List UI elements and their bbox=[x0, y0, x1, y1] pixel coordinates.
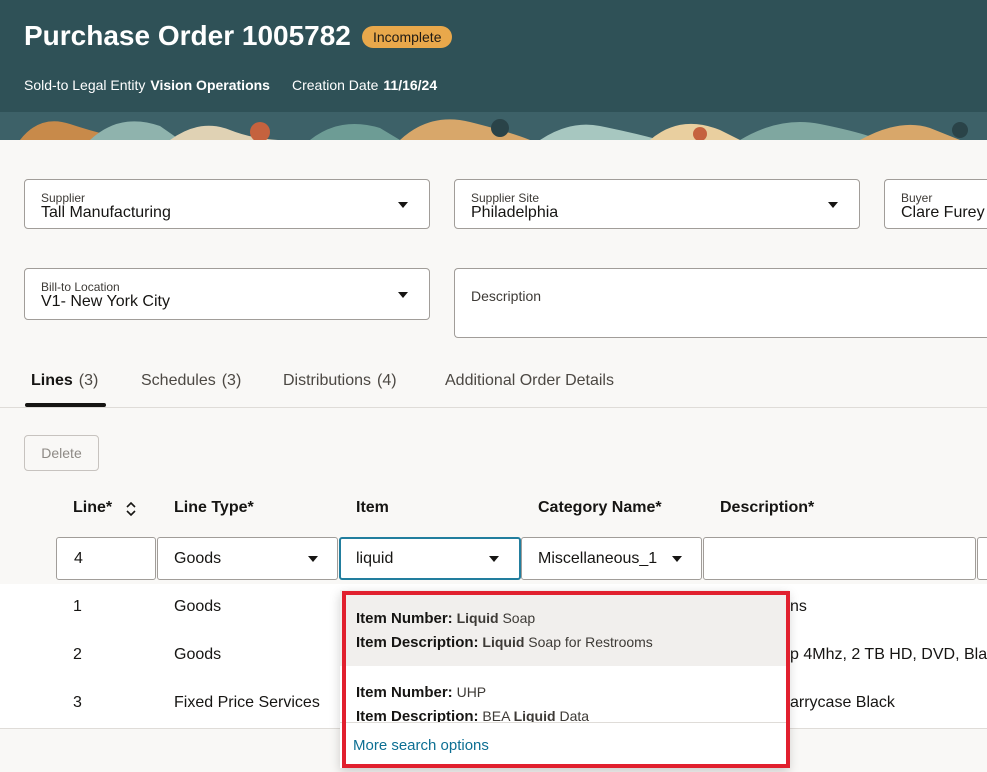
legal-entity-label: Sold-to Legal Entity bbox=[24, 77, 146, 93]
row-description: p 4Mhz, 2 TB HD, DVD, Bla bbox=[790, 646, 987, 663]
item-result-liquid-soap[interactable]: Item Number: Liquid Soap Item Descriptio… bbox=[340, 590, 789, 666]
item-result-uhp[interactable]: Item Number: UHP Item Description: BEA L… bbox=[340, 666, 789, 725]
tab-distributions[interactable]: Distributions (4) bbox=[283, 372, 397, 390]
row-line-type: Fixed Price Services bbox=[174, 694, 320, 711]
item-search-dropdown: Item Number: Liquid Soap Item Descriptio… bbox=[340, 590, 789, 768]
chevron-down-icon[interactable] bbox=[398, 292, 408, 298]
chevron-down-icon[interactable] bbox=[308, 556, 318, 562]
description-label: Description bbox=[471, 288, 542, 304]
tab-lines-count: (3) bbox=[78, 372, 99, 389]
tab-additional-label: Additional Order Details bbox=[445, 372, 614, 389]
chevron-down-icon[interactable] bbox=[828, 202, 838, 208]
legal-entity-value: Vision Operations bbox=[150, 77, 270, 93]
supplier-site-value: Philadelphia bbox=[471, 204, 559, 221]
tab-schedules[interactable]: Schedules (3) bbox=[141, 372, 241, 390]
buyer-label: Buyer bbox=[901, 191, 933, 205]
column-header-line[interactable]: Line* bbox=[73, 499, 112, 517]
dropdown-footer: More search options bbox=[340, 722, 789, 768]
tab-distributions-label: Distributions bbox=[283, 372, 372, 389]
tab-additional-order-details[interactable]: Additional Order Details bbox=[445, 372, 614, 390]
row-description: arrycase Black bbox=[790, 694, 895, 711]
item-number-label: Item Number: bbox=[356, 684, 453, 701]
item-number-rest: Soap bbox=[498, 610, 536, 626]
item-number-match: Liquid bbox=[456, 610, 499, 626]
supplier-field[interactable]: Supplier Tall Manufacturing bbox=[24, 179, 430, 229]
item-description-match: Liquid bbox=[482, 634, 525, 650]
tab-schedules-label: Schedules bbox=[141, 372, 216, 389]
row-description: ns bbox=[790, 598, 807, 615]
item-description-rest: Soap for Restrooms bbox=[524, 634, 653, 650]
delete-button[interactable]: Delete bbox=[24, 435, 99, 471]
line-type-value: Goods bbox=[174, 550, 222, 567]
supplier-site-field[interactable]: Supplier Site Philadelphia bbox=[454, 179, 860, 229]
supplier-site-label: Supplier Site bbox=[471, 191, 540, 205]
line-number-input[interactable]: 4 bbox=[56, 537, 156, 580]
legal-entity-meta: Sold-to Legal Entity Vision Operations bbox=[24, 77, 270, 93]
item-number-line: Item Number: Liquid Soap bbox=[356, 610, 535, 627]
tab-lines[interactable]: Lines (3) bbox=[31, 372, 98, 390]
row-line: 3 bbox=[73, 694, 82, 711]
bill-to-location-field[interactable]: Bill-to Location V1- New York City bbox=[24, 268, 430, 320]
row-line-type: Goods bbox=[174, 646, 222, 663]
chevron-down-icon[interactable] bbox=[489, 556, 499, 562]
chevron-down-icon[interactable] bbox=[672, 556, 682, 562]
item-input[interactable]: liquid bbox=[339, 537, 521, 580]
creation-date-value: 11/16/24 bbox=[383, 77, 438, 93]
chevron-down-icon[interactable] bbox=[398, 202, 408, 208]
buyer-field[interactable]: Buyer Clare Furey bbox=[884, 179, 987, 229]
status-badge: Incomplete bbox=[362, 26, 453, 48]
supplier-value: Tall Manufacturing bbox=[41, 204, 171, 221]
item-description-label: Item Description: bbox=[356, 634, 479, 651]
bill-to-label: Bill-to Location bbox=[41, 280, 120, 294]
row-line-type: Goods bbox=[174, 598, 222, 615]
supplier-label: Supplier bbox=[41, 191, 86, 205]
item-value: liquid bbox=[356, 550, 394, 567]
bill-to-value: V1- New York City bbox=[41, 293, 170, 310]
line-type-select[interactable]: Goods bbox=[157, 537, 338, 580]
category-value: Miscellaneous_1 bbox=[538, 550, 658, 567]
active-tab-indicator bbox=[25, 403, 106, 407]
category-select[interactable]: Miscellaneous_1 bbox=[521, 537, 702, 580]
column-header-description: Description* bbox=[720, 499, 815, 516]
description-field[interactable]: Description bbox=[454, 268, 987, 338]
page-title: Purchase Order 1005782 bbox=[24, 20, 351, 51]
tab-schedules-count: (3) bbox=[221, 372, 242, 389]
item-number-label: Item Number: bbox=[356, 610, 453, 627]
tab-distributions-count: (4) bbox=[377, 372, 397, 389]
tab-bar: Lines (3) Schedules (3) Distributions (4) A… bbox=[0, 360, 987, 408]
item-number-line: Item Number: UHP bbox=[356, 684, 486, 701]
item-description-line: Item Description: Liquid Soap for Restro… bbox=[356, 634, 653, 651]
creation-date-meta: Creation Date 11/16/24 bbox=[292, 77, 437, 93]
description-input[interactable] bbox=[703, 537, 976, 580]
line-number-value: 4 bbox=[74, 550, 83, 567]
creation-date-label: Creation Date bbox=[292, 77, 379, 93]
buyer-value: Clare Furey bbox=[901, 204, 985, 221]
column-header-item: Item bbox=[356, 499, 389, 516]
more-search-options-link[interactable]: More search options bbox=[353, 737, 489, 754]
item-number-rest: UHP bbox=[452, 684, 487, 700]
row-line: 1 bbox=[73, 598, 82, 615]
column-header-category: Category Name* bbox=[538, 499, 662, 516]
column-header-line-type: Line Type* bbox=[174, 499, 254, 516]
row-line: 2 bbox=[73, 646, 82, 663]
sort-icon[interactable] bbox=[124, 500, 138, 518]
page-header: Purchase Order 1005782 Incomplete Sold-t… bbox=[0, 0, 987, 140]
next-column-input[interactable] bbox=[977, 537, 987, 580]
header-decorative-pattern bbox=[0, 112, 987, 140]
tab-lines-label: Lines bbox=[31, 372, 73, 389]
